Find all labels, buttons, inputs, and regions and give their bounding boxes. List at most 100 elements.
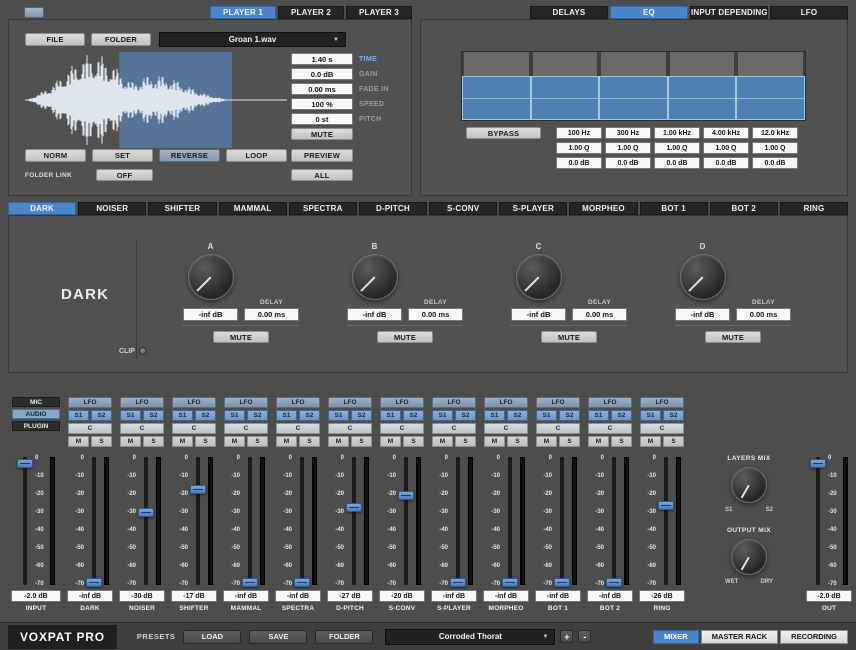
s1-button[interactable]: S1 (588, 410, 609, 421)
c-button[interactable]: C (172, 423, 216, 434)
param-value-pitch[interactable]: 0 st (291, 113, 353, 125)
eq-q-value-3[interactable]: 1.00 Q (654, 142, 700, 154)
channel-value[interactable]: -30 dB (119, 590, 165, 602)
tab-ring[interactable]: RING (780, 202, 848, 215)
fader[interactable] (17, 455, 33, 587)
lfo-button[interactable]: LFO (380, 397, 424, 408)
set-button[interactable]: SET (92, 149, 153, 162)
c-button[interactable]: C (536, 423, 580, 434)
eq-gain-value-2[interactable]: 0.0 dB (605, 157, 651, 169)
fader[interactable] (810, 455, 826, 587)
folder-button[interactable]: FOLDER (91, 33, 151, 46)
output-mix-knob[interactable] (731, 539, 767, 575)
c-button[interactable]: C (120, 423, 164, 434)
source-audio-button[interactable]: AUDIO (12, 409, 60, 419)
eq-freq-value-2[interactable]: 300 Hz (605, 127, 651, 139)
s2-button[interactable]: S2 (663, 410, 684, 421)
preset-select[interactable]: Corroded Thorat ▼ (385, 629, 555, 645)
fader-handle[interactable] (450, 578, 466, 587)
fader[interactable] (190, 455, 206, 587)
eq-q-value-4[interactable]: 1.00 Q (703, 142, 749, 154)
eq-gain-value-5[interactable]: 0.0 dB (752, 157, 798, 169)
fader-handle[interactable] (242, 578, 258, 587)
channel-value[interactable]: -inf dB (483, 590, 529, 602)
s2-button[interactable]: S2 (195, 410, 216, 421)
preset-next-button[interactable]: + (560, 630, 573, 643)
s1-button[interactable]: S1 (276, 410, 297, 421)
solo-button[interactable]: S (91, 436, 112, 447)
s1-button[interactable]: S1 (380, 410, 401, 421)
fader[interactable] (450, 455, 466, 587)
mute-button[interactable]: M (536, 436, 557, 447)
lfo-button[interactable]: LFO (484, 397, 528, 408)
lfo-button[interactable]: LFO (640, 397, 684, 408)
layer-level-value[interactable]: -inf dB (183, 308, 238, 321)
eq-band-3[interactable] (599, 52, 668, 120)
tab-lfo[interactable]: LFO (770, 6, 848, 19)
layer-level-value[interactable]: -inf dB (675, 308, 730, 321)
eq-freq-value-3[interactable]: 1.00 kHz (654, 127, 700, 139)
save-button[interactable]: SAVE (249, 630, 307, 644)
s1-button[interactable]: S1 (120, 410, 141, 421)
view-mixer-button[interactable]: MIXER (653, 630, 699, 644)
param-value-time[interactable]: 1.40 s (291, 53, 353, 65)
mute-button[interactable]: M (380, 436, 401, 447)
sample-select[interactable]: Groan 1.wav ▼ (159, 32, 346, 47)
layers-mix-knob[interactable] (731, 467, 767, 503)
layer-level-value[interactable]: -inf dB (511, 308, 566, 321)
solo-button[interactable]: S (455, 436, 476, 447)
player-options-button[interactable] (24, 7, 44, 18)
fader-handle[interactable] (138, 508, 154, 517)
channel-value[interactable]: -inf dB (223, 590, 269, 602)
view-recording-button[interactable]: RECORDING (780, 630, 848, 644)
mute-button[interactable]: M (328, 436, 349, 447)
fader-handle[interactable] (190, 485, 206, 494)
mute-button[interactable]: M (432, 436, 453, 447)
s1-button[interactable]: S1 (172, 410, 193, 421)
eq-freq-value-1[interactable]: 100 Hz (556, 127, 602, 139)
channel-value[interactable]: -inf dB (431, 590, 477, 602)
fader[interactable] (658, 455, 674, 587)
fader[interactable] (398, 455, 414, 587)
tab-mammal[interactable]: MAMMAL (219, 202, 287, 215)
tab-player-1[interactable]: PLAYER 1 (210, 6, 276, 19)
tab-morpheo[interactable]: MORPHEO (569, 202, 637, 215)
view-master-rack-button[interactable]: MASTER RACK (701, 630, 778, 644)
waveform-display[interactable] (25, 52, 287, 148)
layer-mute-button[interactable]: MUTE (541, 331, 597, 343)
c-button[interactable]: C (640, 423, 684, 434)
layer-knob-b[interactable] (352, 254, 398, 300)
reverse-button[interactable]: REVERSE (159, 149, 220, 162)
solo-button[interactable]: S (351, 436, 372, 447)
s2-button[interactable]: S2 (143, 410, 164, 421)
file-button[interactable]: FILE (25, 33, 85, 46)
channel-value[interactable]: -inf dB (275, 590, 321, 602)
channel-value[interactable]: -27 dB (327, 590, 373, 602)
norm-button[interactable]: NORM (25, 149, 86, 162)
fader[interactable] (242, 455, 258, 587)
fader[interactable] (606, 455, 622, 587)
lfo-button[interactable]: LFO (172, 397, 216, 408)
param-value-fade-in[interactable]: 0.00 ms (291, 83, 353, 95)
fader[interactable] (346, 455, 362, 587)
folder-link-toggle[interactable]: OFF (96, 169, 153, 181)
s1-button[interactable]: S1 (536, 410, 557, 421)
solo-button[interactable]: S (403, 436, 424, 447)
layer-mute-button[interactable]: MUTE (213, 331, 269, 343)
tab-player-3[interactable]: PLAYER 3 (346, 6, 412, 19)
fader[interactable] (554, 455, 570, 587)
s2-button[interactable]: S2 (247, 410, 268, 421)
layer-delay-value[interactable]: 0.00 ms (572, 308, 627, 321)
all-button[interactable]: ALL (291, 169, 353, 181)
c-button[interactable]: C (276, 423, 320, 434)
mute-button[interactable]: M (172, 436, 193, 447)
channel-value[interactable]: -26 dB (639, 590, 685, 602)
bypass-button[interactable]: BYPASS (466, 127, 541, 139)
layer-delay-value[interactable]: 0.00 ms (408, 308, 463, 321)
eq-freq-value-4[interactable]: 4.00 kHz (703, 127, 749, 139)
s1-button[interactable]: S1 (484, 410, 505, 421)
s1-button[interactable]: S1 (328, 410, 349, 421)
preset-folder-button[interactable]: FOLDER (315, 630, 373, 644)
lfo-button[interactable]: LFO (68, 397, 112, 408)
lfo-button[interactable]: LFO (120, 397, 164, 408)
